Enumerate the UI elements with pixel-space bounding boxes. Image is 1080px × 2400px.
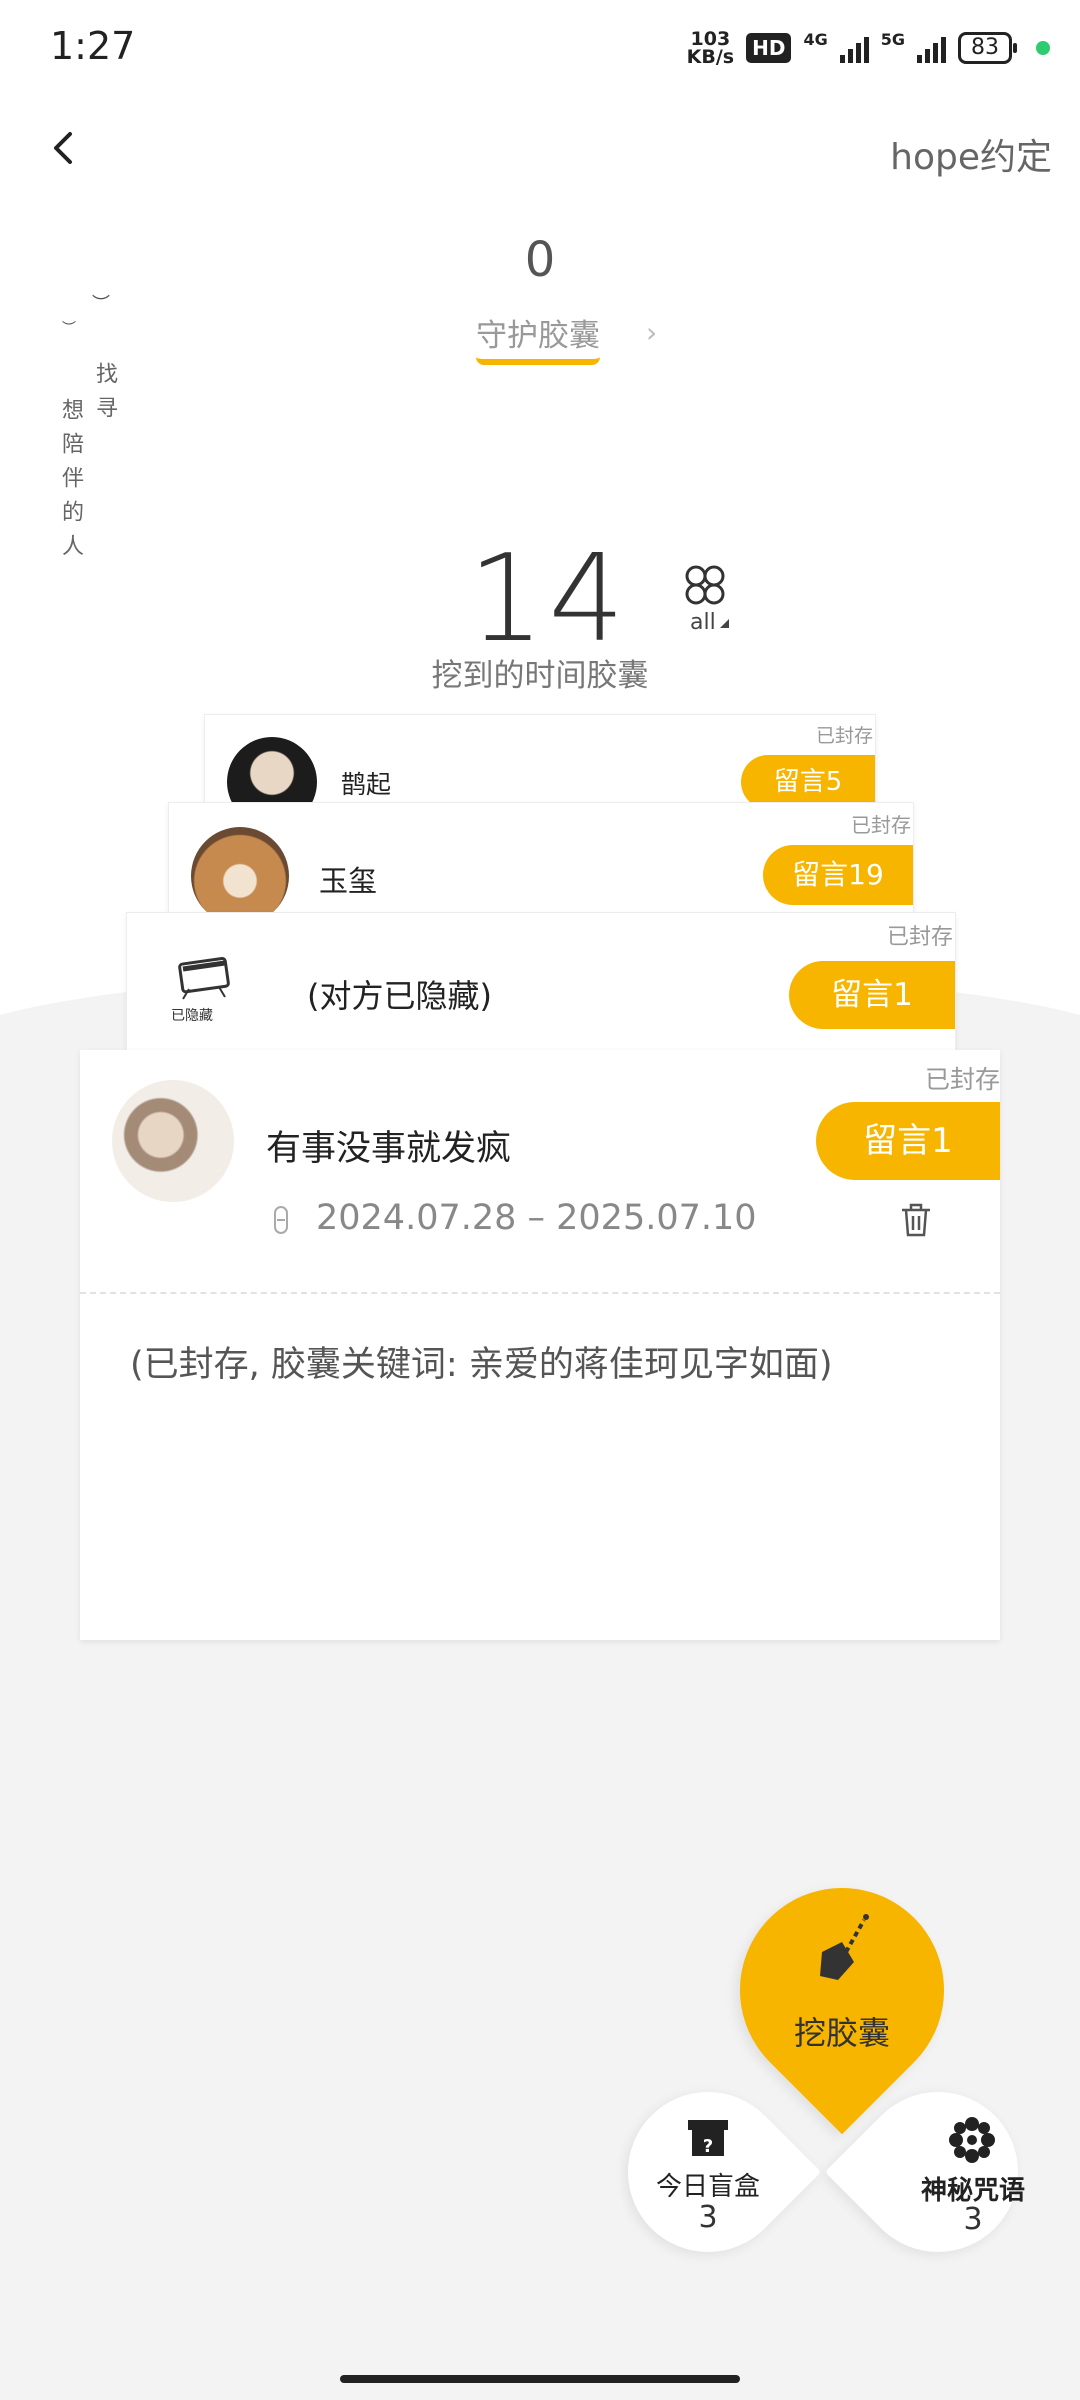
capsule-card[interactable]: 已封存 已隐藏 (对方已隐藏) 留言1	[126, 912, 956, 1054]
poem-column-1: 找寻	[92, 362, 117, 430]
user-name: 有事没事就发疯	[266, 1129, 512, 1169]
capsule-card-main[interactable]: 已封存 有事没事就发疯 留言1 2024.07.28 – 2025.07.10 …	[80, 1050, 1000, 1640]
dashed-divider	[80, 1292, 1000, 1294]
guard-underline	[476, 357, 600, 365]
privacy-dot-icon	[1036, 41, 1050, 55]
blind-box-count: 3	[698, 2200, 718, 2235]
user-name: 玉玺	[319, 864, 378, 898]
sealed-tag: 已封存	[851, 813, 911, 837]
message-button[interactable]: 留言1	[816, 1102, 1000, 1180]
signal-icon	[839, 33, 869, 63]
back-arrow-icon[interactable]	[44, 128, 84, 168]
hd-icon: HD	[746, 33, 792, 63]
capsule-icon	[274, 1206, 288, 1234]
guard-capsule-label[interactable]: 守护胶囊	[476, 310, 600, 355]
avatar	[112, 1080, 234, 1202]
home-indicator[interactable]	[340, 2375, 740, 2383]
network-4g-label: 4G	[803, 30, 828, 49]
message-button[interactable]: 留言19	[763, 845, 913, 905]
blind-box-label: 今日盲盒	[655, 2172, 760, 2202]
hidden-avatar-text: 已隐藏	[171, 1008, 213, 1024]
message-button[interactable]: 留言5	[741, 755, 875, 809]
dug-capsule-count: 14	[468, 530, 629, 669]
avatar	[191, 827, 289, 918]
sealed-tag: 已封存	[924, 1065, 1000, 1094]
hidden-avatar-icon: 已隐藏	[161, 953, 251, 1043]
bird-icon-small: ︶	[62, 321, 76, 337]
message-button[interactable]: 留言1	[789, 961, 955, 1029]
mystery-box-icon: ?	[688, 2120, 728, 2157]
user-name: 鹊起	[341, 770, 392, 799]
clover-icon[interactable]	[682, 562, 728, 608]
capsule-keywords: (已封存, 胶囊关键词: 亲爱的蒋佳珂见字如面)	[130, 1345, 833, 1385]
chevron-right-icon[interactable]: ›	[646, 316, 657, 349]
hope-promise-link[interactable]: hope约定	[890, 128, 1052, 180]
sealed-tag: 已封存	[815, 725, 873, 747]
mystery-spell-count: 3	[963, 2202, 983, 2237]
filter-dropdown[interactable]: all	[690, 610, 729, 635]
status-icons: 103 KB/s HD 4G 5G 83	[686, 28, 1050, 68]
capsule-card[interactable]: 已封存 玉玺 留言19	[168, 802, 914, 919]
sealed-tag: 已封存	[886, 925, 953, 950]
status-time: 1:27	[50, 24, 136, 68]
guard-capsule-count: 0	[524, 232, 556, 288]
net-speed: 103 KB/s	[686, 28, 735, 68]
status-bar: 1:27 103 KB/s HD 4G 5G 83	[0, 0, 1080, 100]
battery-icon: 83	[958, 32, 1017, 64]
network-5g-label: 5G	[880, 30, 905, 49]
trash-icon[interactable]	[900, 1202, 932, 1238]
shovel-icon	[820, 1914, 869, 1980]
dug-capsule-label: 挖到的时间胶囊	[431, 658, 649, 694]
bird-icon: ︶	[92, 294, 110, 315]
dig-capsule-label: 挖胶囊	[793, 2014, 890, 2052]
user-name: (对方已隐藏)	[307, 977, 492, 1015]
svg-text:?: ?	[703, 2136, 713, 2157]
spell-flower-icon	[949, 2117, 995, 2163]
poem-column-2: 想陪伴的人	[58, 398, 83, 568]
signal-icon-2	[917, 33, 946, 63]
capsule-dates: 2024.07.28 – 2025.07.10	[316, 1198, 757, 1238]
